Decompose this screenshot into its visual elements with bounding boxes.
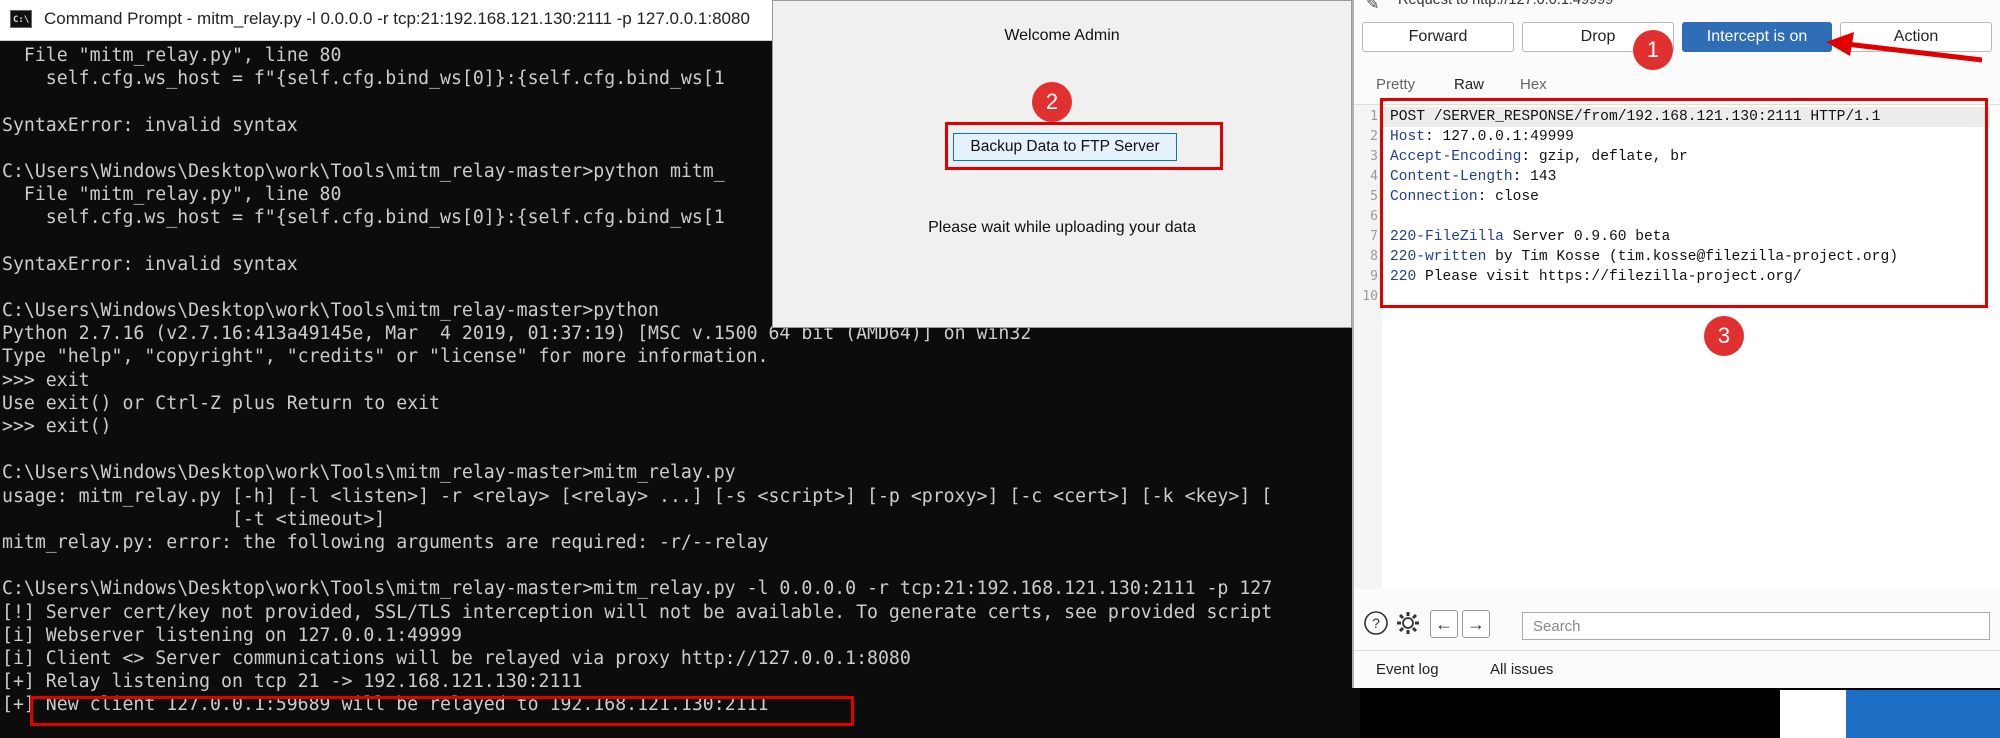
- forward-arrow-icon[interactable]: →: [1462, 610, 1490, 638]
- line-number: 7: [1370, 229, 1378, 244]
- line-number: 8: [1370, 249, 1378, 264]
- line-number: 3: [1370, 149, 1378, 164]
- request-target-label: Request to http://127.0.0.1:49999: [1398, 0, 1614, 8]
- line-number: 4: [1370, 169, 1378, 184]
- terminal-line: >>> exit(): [2, 416, 112, 437]
- terminal-line: [-t <timeout>]: [2, 508, 386, 530]
- terminal-line: Type "help", "copyright", "credits" or "…: [2, 346, 769, 368]
- cmd-app-icon: C:\: [10, 10, 32, 28]
- backup-button-highlight-box: [945, 122, 1223, 170]
- annotation-badge-1: 1: [1633, 30, 1673, 70]
- line-number-gutter: 1 2 3 4 5 6 7 8 9 10: [1354, 105, 1382, 589]
- edit-pencil-icon: ✎: [1366, 0, 1380, 13]
- tab-pretty[interactable]: Pretty: [1376, 76, 1415, 93]
- forward-button[interactable]: Forward: [1362, 22, 1514, 52]
- help-icon[interactable]: ?: [1362, 610, 1390, 638]
- line-number: 6: [1370, 209, 1378, 224]
- intercept-toggle-button[interactable]: Intercept is on: [1682, 22, 1832, 52]
- tab-all-issues[interactable]: All issues: [1490, 661, 1553, 678]
- line-number: 1: [1370, 109, 1378, 124]
- line-number: 2: [1370, 129, 1378, 144]
- background-window-edge: [1780, 690, 1850, 738]
- bottom-tabs: Event log All issues: [1354, 650, 2000, 687]
- annotation-badge-2: 2: [1032, 82, 1072, 122]
- terminal-line: Use exit() or Ctrl-Z plus Return to exit: [2, 392, 440, 414]
- terminal-line: C:\Users\Windows\Desktop\work\Tools\mitm…: [2, 462, 736, 484]
- back-arrow-icon[interactable]: ←: [1430, 610, 1458, 638]
- request-header-strip: ✎ Request to http://127.0.0.1:49999: [1354, 0, 2000, 14]
- line-number: 9: [1370, 269, 1378, 284]
- tab-event-log[interactable]: Event log: [1376, 661, 1439, 678]
- terminal-line: [!] Server cert/key not provided, SSL/TL…: [2, 601, 1273, 623]
- line-number: 10: [1362, 289, 1378, 304]
- tab-hex[interactable]: Hex: [1520, 76, 1547, 93]
- search-box[interactable]: [1522, 612, 1990, 640]
- tab-raw[interactable]: Raw: [1454, 76, 1484, 93]
- upload-status-label: Please wait while uploading your data: [928, 219, 1196, 236]
- desktop-background: [1846, 690, 2000, 738]
- terminal-line: >>> exit: [2, 369, 90, 391]
- terminal-line: usage: mitm_relay.py [-h] [-l <listen>] …: [2, 485, 1273, 507]
- request-content-highlight-box: [1380, 98, 1988, 308]
- svg-text:?: ?: [1372, 615, 1380, 631]
- terminal-line: [+] Relay listening on tcp 21 -> 192.168…: [2, 671, 583, 693]
- settings-icon[interactable]: [1394, 610, 1422, 638]
- annotation-badge-3: 3: [1704, 316, 1744, 356]
- terminal-line: C:\Users\Windows\Desktop\work\Tools\mitm…: [2, 578, 1273, 600]
- search-toolbar: ? ← →: [1354, 604, 2000, 644]
- terminal-line: [i] Client <> Server communications will…: [2, 647, 911, 669]
- search-input[interactable]: [1531, 613, 1983, 639]
- cmd-window-title: Command Prompt - mitm_relay.py -l 0.0.0.…: [44, 9, 750, 28]
- new-client-highlight-box: [30, 696, 854, 726]
- terminal-line: mitm_relay.py: error: the following argu…: [2, 531, 769, 553]
- terminal-line: [i] Webserver listening on 127.0.0.1:499…: [2, 624, 462, 646]
- welcome-label: Welcome Admin: [1004, 27, 1120, 44]
- line-number: 5: [1370, 189, 1378, 204]
- annotation-arrow-icon: [1826, 32, 1983, 63]
